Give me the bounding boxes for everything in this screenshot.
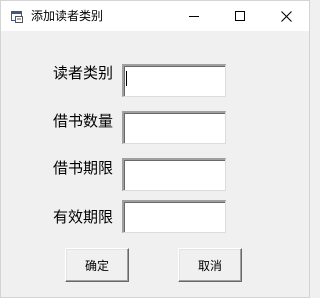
text-caret	[126, 71, 127, 86]
ok-button[interactable]: 确定	[65, 248, 129, 282]
maximize-button[interactable]	[217, 1, 263, 31]
title-bar[interactable]: 添加读者类别	[1, 1, 309, 31]
borrow-period-input[interactable]	[122, 158, 226, 191]
validity-period-label: 有效期限	[53, 208, 114, 226]
minimize-icon	[189, 11, 199, 21]
maximize-icon	[235, 11, 245, 21]
borrow-quantity-label: 借书数量	[53, 112, 114, 130]
reader-category-input[interactable]	[122, 64, 226, 97]
app-window-icon	[10, 9, 24, 23]
cancel-button[interactable]: 取消	[178, 248, 242, 282]
window-title: 添加读者类别	[31, 9, 104, 23]
close-button[interactable]	[263, 1, 309, 31]
dialog-window: 添加读者类别 读者类别 借书数量 借书期限 有效期限 确定 取消	[0, 0, 310, 298]
close-icon	[280, 10, 292, 22]
borrow-period-label: 借书期限	[53, 159, 114, 177]
borrow-quantity-input[interactable]	[122, 111, 226, 144]
minimize-button[interactable]	[171, 1, 217, 31]
reader-category-label: 读者类别	[53, 64, 114, 82]
validity-period-input[interactable]	[122, 200, 226, 233]
